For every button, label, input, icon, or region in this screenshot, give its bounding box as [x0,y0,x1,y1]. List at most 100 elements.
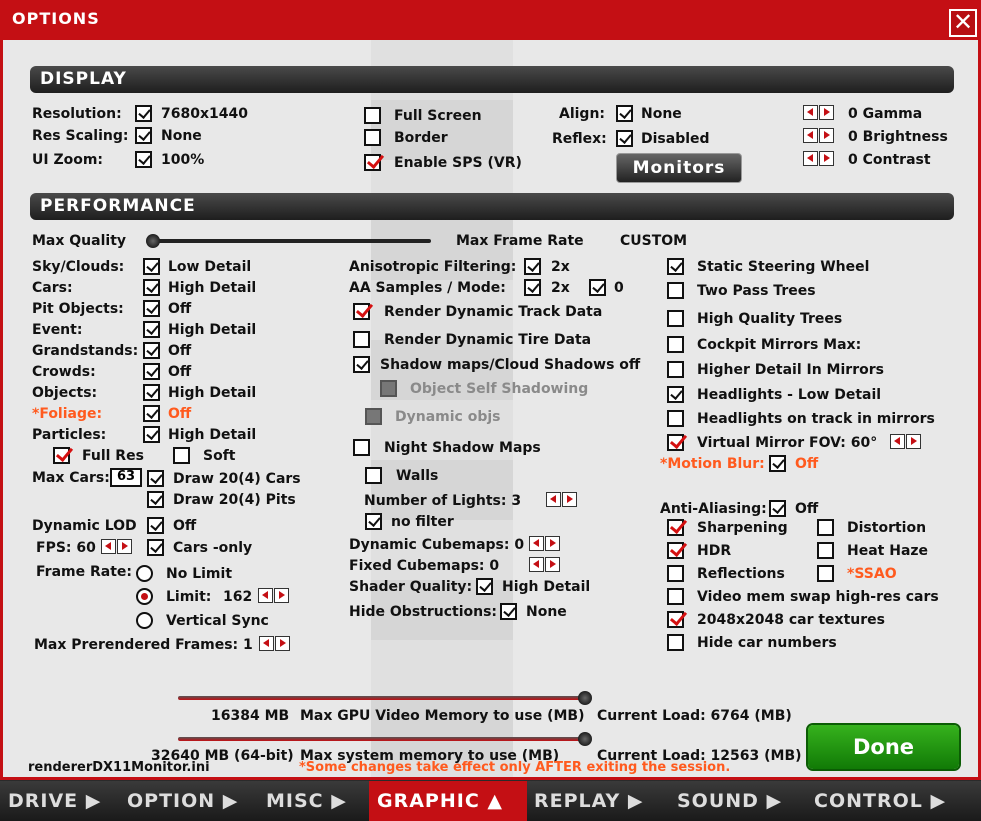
virtual-mirror-checkbox[interactable] [667,434,684,451]
headlights-low-checkbox[interactable] [667,386,684,403]
arrow-right-icon[interactable] [906,434,921,449]
limit-radio[interactable] [136,588,153,605]
tab-drive[interactable]: DRIVE ▶ [8,781,113,821]
close-button[interactable]: ✕ [949,9,977,37]
walls-checkbox[interactable] [365,467,382,484]
aa-mode-dropdown[interactable] [589,279,606,296]
system-memory-slider-knob[interactable] [578,732,592,746]
objects-dropdown[interactable] [143,384,160,401]
fps-arrows[interactable] [101,539,132,554]
higher-detail-checkbox[interactable] [667,361,684,378]
tab-replay[interactable]: REPLAY ▶ [534,781,664,821]
car-textures-checkbox[interactable] [667,611,684,628]
done-button[interactable]: Done [808,725,959,769]
anti-aliasing-dropdown[interactable] [769,500,786,517]
filter-dropdown[interactable] [365,513,382,530]
tab-misc[interactable]: MISC ▶ [266,781,362,821]
no-limit-radio[interactable] [136,565,153,582]
arrow-left-icon[interactable] [546,492,561,507]
dynamic-objs-checkbox[interactable] [365,408,382,425]
draw-pits-dropdown[interactable] [147,491,164,508]
max-cars-input[interactable]: 63 [110,468,142,487]
shadow-maps-dropdown[interactable] [353,356,370,373]
arrow-right-icon[interactable] [819,128,834,143]
aniso-dropdown[interactable] [524,258,541,275]
arrow-right-icon[interactable] [562,492,577,507]
cars-only-dropdown[interactable] [147,539,164,556]
sky-clouds-dropdown[interactable] [143,258,160,275]
brightness-arrows[interactable] [803,128,834,143]
arrow-left-icon[interactable] [803,105,818,120]
hide-obstructions-dropdown[interactable] [500,603,517,620]
particles-dropdown[interactable] [143,426,160,443]
enable-sps-checkbox[interactable] [364,154,381,171]
arrow-right-icon[interactable] [819,105,834,120]
tab-control[interactable]: CONTROL ▶ [814,781,974,821]
draw-cars-dropdown[interactable] [147,470,164,487]
align-dropdown[interactable] [616,105,633,122]
crowds-dropdown[interactable] [143,363,160,380]
limit-arrows[interactable] [258,588,289,603]
distortion-checkbox[interactable] [817,519,834,536]
fixed-cubemaps-arrows[interactable] [529,557,560,572]
night-shadow-checkbox[interactable] [353,439,370,456]
video-mem-swap-checkbox[interactable] [667,588,684,605]
grandstands-dropdown[interactable] [143,342,160,359]
motion-blur-dropdown[interactable] [769,455,786,472]
prerendered-arrows[interactable] [259,636,290,651]
arrow-left-icon[interactable] [803,128,818,143]
lights-arrows[interactable] [546,492,577,507]
static-steering-checkbox[interactable] [667,258,684,275]
aa-samples-dropdown[interactable] [524,279,541,296]
hide-car-numbers-checkbox[interactable] [667,634,684,651]
arrow-right-icon[interactable] [274,588,289,603]
two-pass-checkbox[interactable] [667,282,684,299]
render-track-checkbox[interactable] [353,303,370,320]
reflections-checkbox[interactable] [667,565,684,582]
arrow-left-icon[interactable] [258,588,273,603]
tab-graphic[interactable]: GRAPHIC ▲ [369,781,527,821]
heat-haze-checkbox[interactable] [817,542,834,559]
full-screen-checkbox[interactable] [364,107,381,124]
arrow-left-icon[interactable] [259,636,274,651]
res-scaling-dropdown[interactable] [135,127,152,144]
cockpit-mirrors-checkbox[interactable] [667,336,684,353]
ui-zoom-dropdown[interactable] [135,151,152,168]
ssao-checkbox[interactable] [817,565,834,582]
fov-arrows[interactable] [890,434,921,449]
border-checkbox[interactable] [364,129,381,146]
arrow-right-icon[interactable] [275,636,290,651]
dyn-cubemaps-arrows[interactable] [529,536,560,551]
arrow-left-icon[interactable] [529,536,544,551]
reflex-dropdown[interactable] [616,130,633,147]
hq-trees-checkbox[interactable] [667,310,684,327]
gpu-memory-slider-knob[interactable] [578,691,592,705]
arrow-left-icon[interactable] [890,434,905,449]
pit-objects-dropdown[interactable] [143,300,160,317]
foliage-dropdown[interactable] [143,405,160,422]
tab-sound[interactable]: SOUND ▶ [677,781,802,821]
arrow-left-icon[interactable] [529,557,544,572]
arrow-right-icon[interactable] [819,151,834,166]
arrow-right-icon[interactable] [545,557,560,572]
resolution-dropdown[interactable] [135,105,152,122]
tab-option[interactable]: OPTION ▶ [127,781,255,821]
gpu-memory-slider[interactable] [178,696,588,700]
arrow-left-icon[interactable] [803,151,818,166]
dynamic-lod-dropdown[interactable] [147,517,164,534]
soft-checkbox[interactable] [173,447,190,464]
full-res-checkbox[interactable] [53,447,70,464]
cars-dropdown[interactable] [143,279,160,296]
gamma-arrows[interactable] [803,105,834,120]
vertical-sync-radio[interactable] [136,612,153,629]
arrow-right-icon[interactable] [545,536,560,551]
arrow-left-icon[interactable] [101,539,116,554]
monitors-button[interactable]: Monitors [616,153,742,183]
event-dropdown[interactable] [143,321,160,338]
headlights-track-checkbox[interactable] [667,410,684,427]
render-tire-checkbox[interactable] [353,331,370,348]
sharpening-checkbox[interactable] [667,519,684,536]
system-memory-slider[interactable] [178,737,588,741]
hdr-checkbox[interactable] [667,542,684,559]
contrast-arrows[interactable] [803,151,834,166]
